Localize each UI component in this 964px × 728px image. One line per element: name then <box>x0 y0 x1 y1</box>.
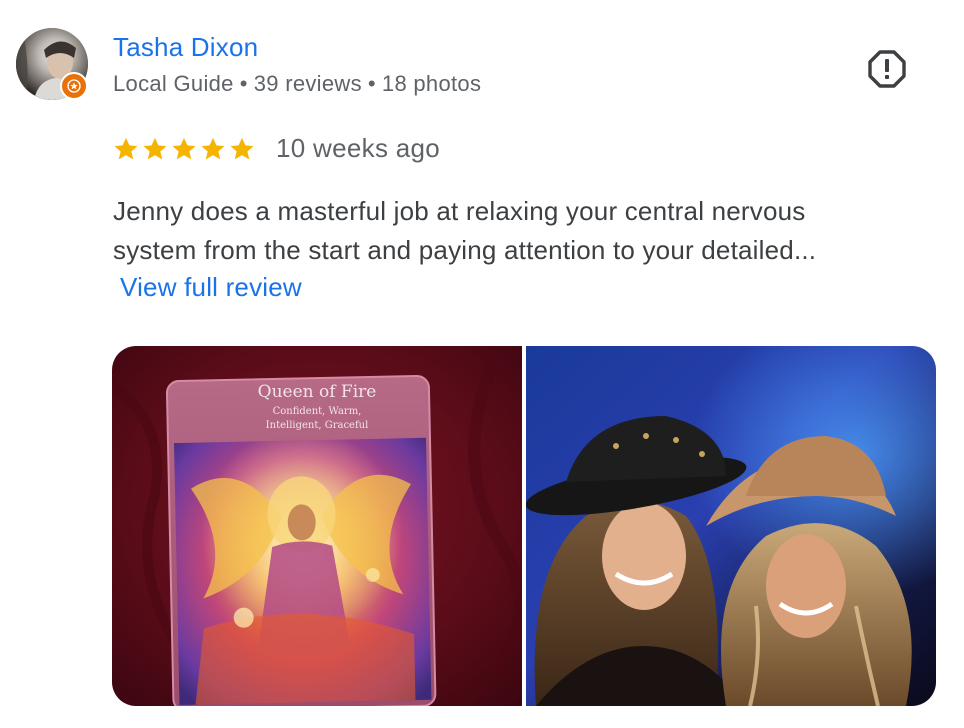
star-icon <box>143 137 167 160</box>
star-icon <box>201 137 225 160</box>
card-title: Queen of Fire <box>257 382 377 402</box>
star-rating <box>112 135 256 163</box>
review-text: Jenny does a masterful job at relaxing y… <box>113 192 913 270</box>
photo-count: 18 photos <box>381 71 482 96</box>
review-text-line: system from the start and paying attenti… <box>113 235 817 265</box>
meta-separator: • <box>239 71 248 96</box>
card-subtitle: Confident, Warm, <box>272 406 362 417</box>
local-guide-badge-icon <box>60 72 88 100</box>
star-icon <box>172 137 196 160</box>
review-photo-1[interactable]: Queen of Fire Confident, Warm, Intellige… <box>112 346 522 706</box>
report-exclamation-icon <box>868 50 906 88</box>
view-full-review-link[interactable]: View full review <box>120 272 302 303</box>
review-time: 10 weeks ago <box>276 133 441 163</box>
report-review-button[interactable] <box>866 48 908 90</box>
meta-separator: • <box>367 71 376 96</box>
review-text-line: Jenny does a masterful job at relaxing y… <box>113 196 806 226</box>
reviewer-name[interactable]: Tasha Dixon <box>113 32 258 63</box>
local-guide-label: Local Guide <box>113 71 234 96</box>
reviewer-meta: Local Guide • 39 reviews • 18 photos <box>113 71 481 97</box>
review-count: 39 reviews <box>253 71 362 96</box>
card-subtitle: Intelligent, Graceful <box>265 420 369 431</box>
two-women-photo <box>526 346 936 706</box>
star-icon <box>230 137 254 160</box>
review-photo-2[interactable] <box>526 346 936 706</box>
star-icon <box>114 137 138 160</box>
